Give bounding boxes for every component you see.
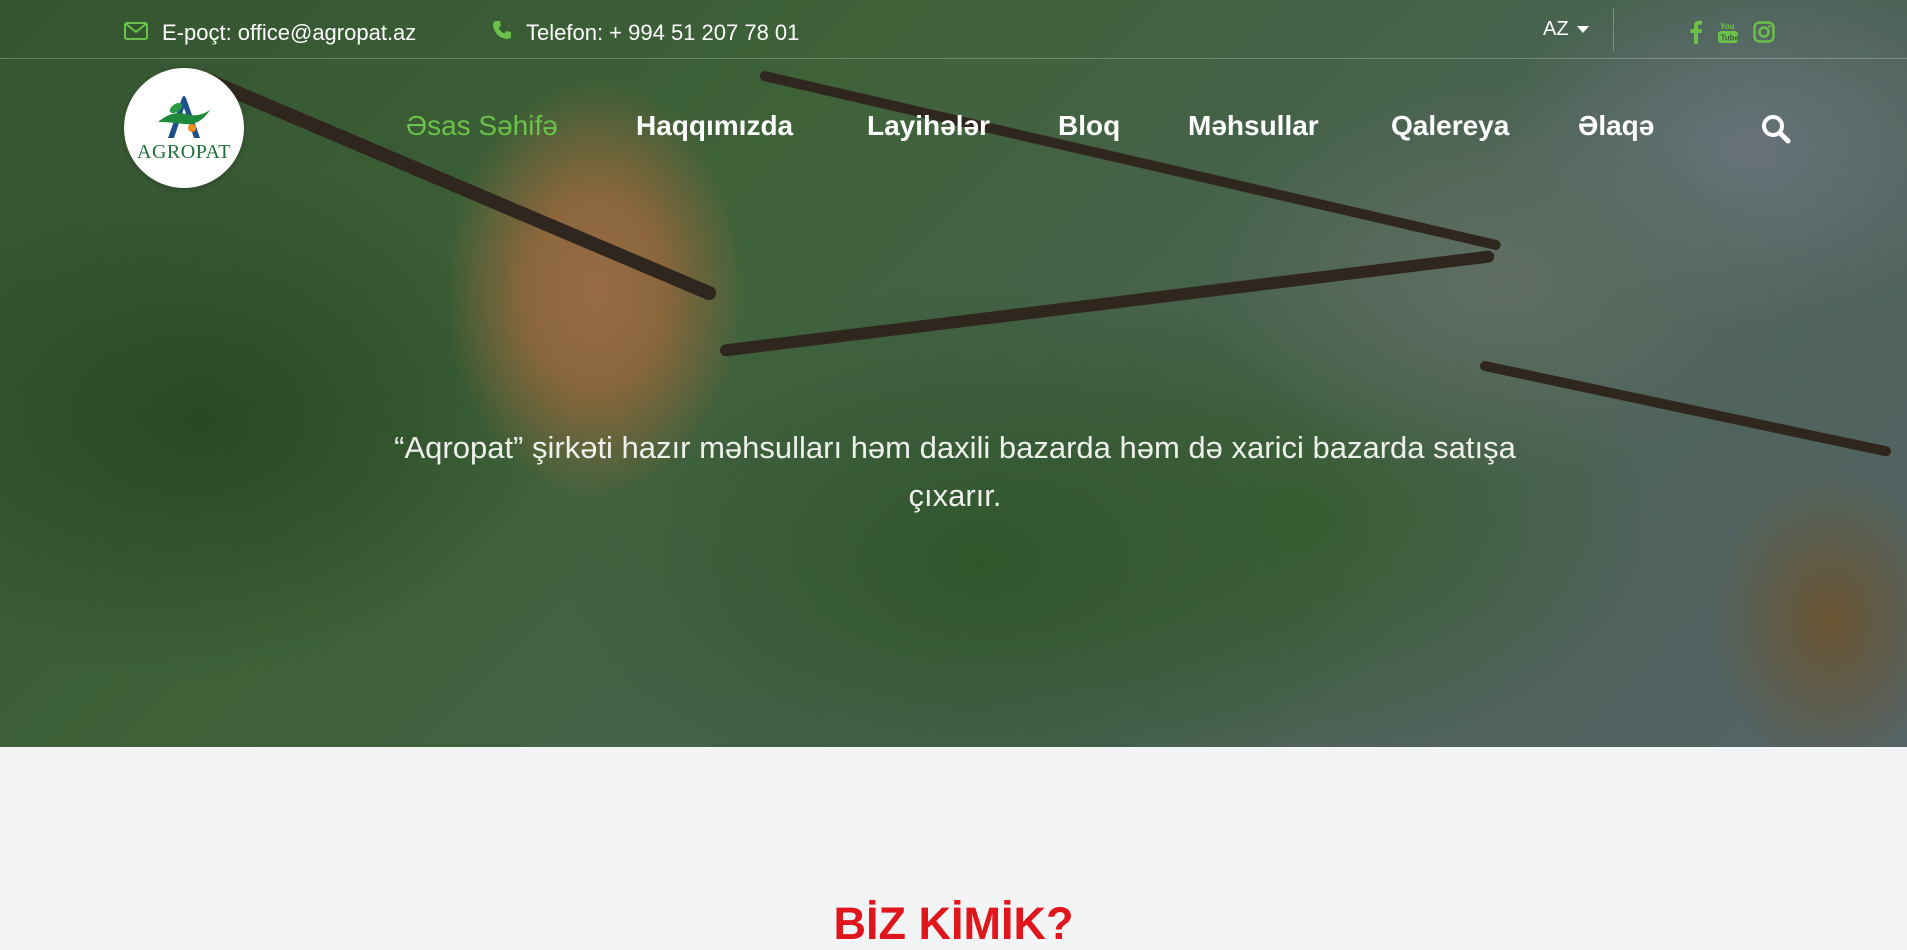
logo-text: AGROPAT: [137, 141, 231, 163]
email-text: E-poçt: office@agropat.az: [162, 20, 417, 45]
about-section-title: BİZ KİMİK?: [833, 898, 1074, 949]
topbar-separator: [1613, 8, 1614, 52]
topbar-phone[interactable]: Telefon: + 994 51 207 78 01: [492, 20, 799, 46]
caret-down-icon: [1576, 26, 1589, 33]
nav-item-gallery[interactable]: Qalereya: [1391, 110, 1509, 142]
nav-item-blog[interactable]: Bloq: [1058, 110, 1120, 142]
envelope-icon: [124, 20, 162, 46]
nav-item-products[interactable]: Məhsullar: [1188, 110, 1319, 142]
nav-item-contact[interactable]: Əlaqə: [1578, 110, 1654, 142]
nav-item-projects[interactable]: Layihələr: [867, 110, 990, 142]
language-selector[interactable]: AZ: [1543, 18, 1589, 41]
topbar-divider: [0, 58, 1907, 59]
language-label: AZ: [1543, 18, 1569, 40]
youtube-icon[interactable]: You Tube: [1717, 20, 1740, 49]
logo-mark-icon: [152, 92, 216, 145]
facebook-icon[interactable]: [1689, 20, 1703, 49]
social-links: You Tube: [1689, 20, 1775, 49]
svg-text:Tube: Tube: [1721, 34, 1740, 43]
phone-text: Telefon: + 994 51 207 78 01: [526, 20, 800, 45]
nav-item-about[interactable]: Haqqımızda: [636, 110, 793, 142]
site-logo[interactable]: AGROPAT: [124, 68, 244, 188]
search-icon[interactable]: [1761, 114, 1791, 149]
nav-item-home[interactable]: Əsas Səhifə: [406, 110, 558, 142]
hero-caption: “Aqropat” şirkəti hazır məhsulları həm d…: [394, 430, 1516, 513]
instagram-icon[interactable]: [1753, 21, 1775, 48]
svg-text:You: You: [1720, 22, 1735, 31]
phone-icon: [492, 20, 526, 46]
topbar-email[interactable]: E-poçt: office@agropat.az: [124, 20, 416, 46]
